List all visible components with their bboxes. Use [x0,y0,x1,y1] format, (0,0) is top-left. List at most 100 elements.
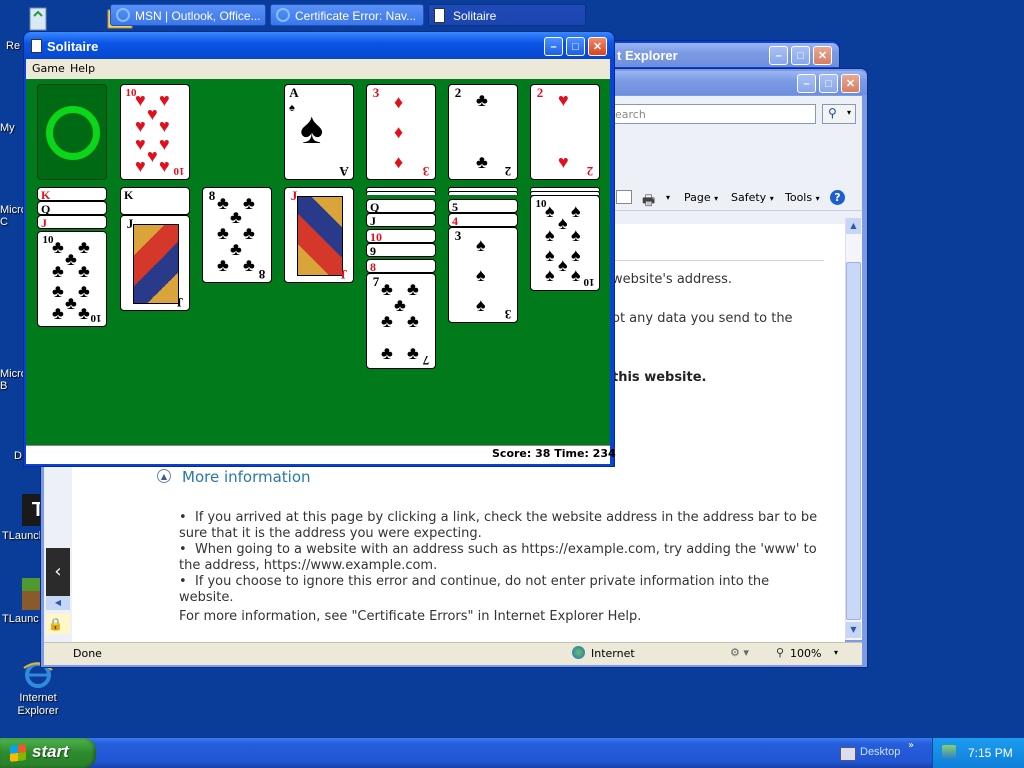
tableau-5-card-3[interactable]: 10 [366,229,436,244]
safety-menu[interactable]: Safety ▾ [731,191,774,204]
tableau-1-card-2[interactable]: Q [37,201,107,216]
search-button[interactable]: ⚲ ▾ [822,104,856,124]
foundation-2[interactable]: 3 ♦ ♦ ♦ 3 [366,84,436,180]
print-icon[interactable]: 🖶 [642,190,655,214]
tableau-6-card-1[interactable]: 5 [448,199,518,214]
taskbar-item-certificate-error[interactable]: Certificate Error: Nav... [270,4,424,26]
minimize-button[interactable]: – [544,37,563,56]
club-icon: ♣ [407,343,419,363]
zoom-icon[interactable]: ⚲ [776,646,784,659]
tableau-1-card-1[interactable]: K [37,187,107,202]
tableau-5-card-5[interactable]: 8 [366,259,436,274]
tableau-3-top-card[interactable]: 8 ♣ ♣ ♣ ♣ ♣ ♣ ♣ ♣ 8 [202,187,272,283]
zoom-level[interactable]: 100% [790,647,821,660]
foundation-3[interactable]: 2 ♣ ♣ 2 [448,84,518,180]
menu-game[interactable]: Game [32,62,65,75]
club-icon: ♣ [78,281,90,301]
heart-icon: ♥ [135,90,146,110]
tableau-6-card-2[interactable]: 4 [448,213,518,228]
desktop-label-micro-c[interactable]: Micro C [0,204,24,228]
desktop-toolbar-label[interactable]: Desktop [860,746,900,758]
page-menu[interactable]: Page ▾ [684,191,718,204]
protected-mode-icon[interactable]: ⚙ ▾ [730,646,749,659]
bullet-dot: • [179,510,195,525]
tableau-5-top-card[interactable]: 7 ♣ ♣ ♣ ♣ ♣ ♣ ♣ 7 [366,273,436,369]
tableau-5-facedown [366,191,436,195]
taskbar-item-msn[interactable]: MSN | Outlook, Office... [110,4,266,26]
foundation-4[interactable]: 2 ♥ ♥ 2 [530,84,600,180]
card-rank-bottom: J [340,267,348,282]
tableau-6-top-card[interactable]: 3 ♠ ♠ ♠ 3 [448,227,518,323]
club-icon: ♣ [78,261,90,281]
tableau-7-top-card[interactable]: 10 ♠ ♠ ♠ ♠ ♠ ♠ ♠ ♠ ♠ ♠ 10 [530,195,600,291]
bullet-1-text: If you arrived at this page by clicking … [179,510,818,541]
scroll-down-button[interactable]: ▼ [846,622,861,638]
info-bar-icon[interactable]: 🔒 [46,614,70,634]
spade-icon: ♠ [571,225,581,245]
tableau-5-card-1[interactable]: Q [366,199,436,214]
help-icon[interactable]: ? [830,190,845,205]
desktop-icon-tlauncher[interactable]: T [2,494,54,528]
footer-help-text: For more information, see "Certificate E… [179,609,642,624]
chevron-right-icon[interactable]: » [908,740,914,751]
desktop-label-my[interactable]: My [0,122,24,134]
ie-back-titlebar[interactable]: t Explorer – □ ✕ [601,43,839,67]
taskbar-item-solitaire[interactable]: Solitaire [428,4,586,26]
content-rule [612,260,824,261]
club-icon: ♣ [217,223,229,243]
club-icon: ♣ [65,293,77,313]
ie-search-box[interactable]: earch [612,104,816,124]
h-scroll-left[interactable]: ◀ [46,596,70,610]
tableau-1-card-3[interactable]: J [37,215,107,230]
close-button[interactable]: ✕ [588,37,607,56]
maximize-button[interactable]: □ [819,74,838,93]
tableau-4-top-card[interactable]: J J [284,187,354,283]
close-button[interactable]: ✕ [841,74,860,93]
solitaire-icon [434,8,445,23]
heart-icon: ♥ [159,90,170,110]
spade-icon: ♠ [558,255,568,275]
print-dropdown-icon[interactable]: ▾ [666,193,670,202]
solitaire-titlebar[interactable]: Solitaire – □ ✕ [24,32,614,60]
desktop-label-micro-b[interactable]: Micro B [0,368,24,392]
collapse-icon[interactable]: ▲ [157,469,171,483]
email-icon[interactable] [616,190,632,204]
bullet-dot: • [179,574,195,589]
card-rank-bottom: A [339,164,349,179]
close-button[interactable]: ✕ [813,46,832,65]
desktop-label-tlaunch: TLaunch [2,530,42,542]
club-icon: ♣ [407,311,419,331]
menu-help[interactable]: Help [70,62,95,75]
tableau-2-card-1[interactable]: K [120,187,190,215]
scroll-thumb[interactable] [846,262,861,620]
tableau-1-top-card[interactable]: 10 ♣ ♣ ♣ ♣ ♣ ♣ ♣ ♣ ♣ ♣ 10 [37,231,107,327]
network-tray-icon[interactable] [942,745,956,759]
tableau-6-facedown [448,191,518,195]
minimize-button[interactable]: – [769,46,788,65]
heart-icon: ♥ [147,104,158,124]
spade-icon: ♠ [300,104,324,153]
scroll-up-button[interactable]: ▲ [846,218,861,234]
maximize-button[interactable]: □ [566,37,585,56]
foundation-1[interactable]: A ♠ ♠ A [284,84,354,180]
tableau-5-card-4[interactable]: 9 [366,243,436,258]
club-icon: ♣ [243,255,255,275]
desktop-label-tlaunc: TLaunc [2,613,39,625]
back-nav-button[interactable]: ‹ [46,548,70,596]
zoom-dropdown-icon[interactable]: ▾ [834,648,838,657]
club-icon: ♣ [52,261,64,281]
tableau-2-top-card[interactable]: J J [120,215,190,311]
start-button[interactable]: start [0,738,96,768]
spade-icon: ♠ [476,235,486,255]
desktop-icon-tlauncher-shortcut[interactable] [2,578,54,612]
tools-menu[interactable]: Tools ▾ [785,191,820,204]
maximize-button[interactable]: □ [791,46,810,65]
more-information-link[interactable]: More information [182,468,311,486]
tableau-5-card-2[interactable]: J [366,213,436,228]
minimize-button[interactable]: – [797,74,816,93]
waste-card[interactable]: 10 ♥ ♥ ♥ ♥ ♥ ♥ ♥ ♥ ♥ ♥ 10 [120,84,190,180]
stock-pile-empty[interactable] [37,84,107,180]
clock[interactable]: 7:15 PM [968,746,1013,760]
club-icon: ♣ [65,249,77,269]
desktop-toolbar-icon[interactable] [840,747,856,761]
